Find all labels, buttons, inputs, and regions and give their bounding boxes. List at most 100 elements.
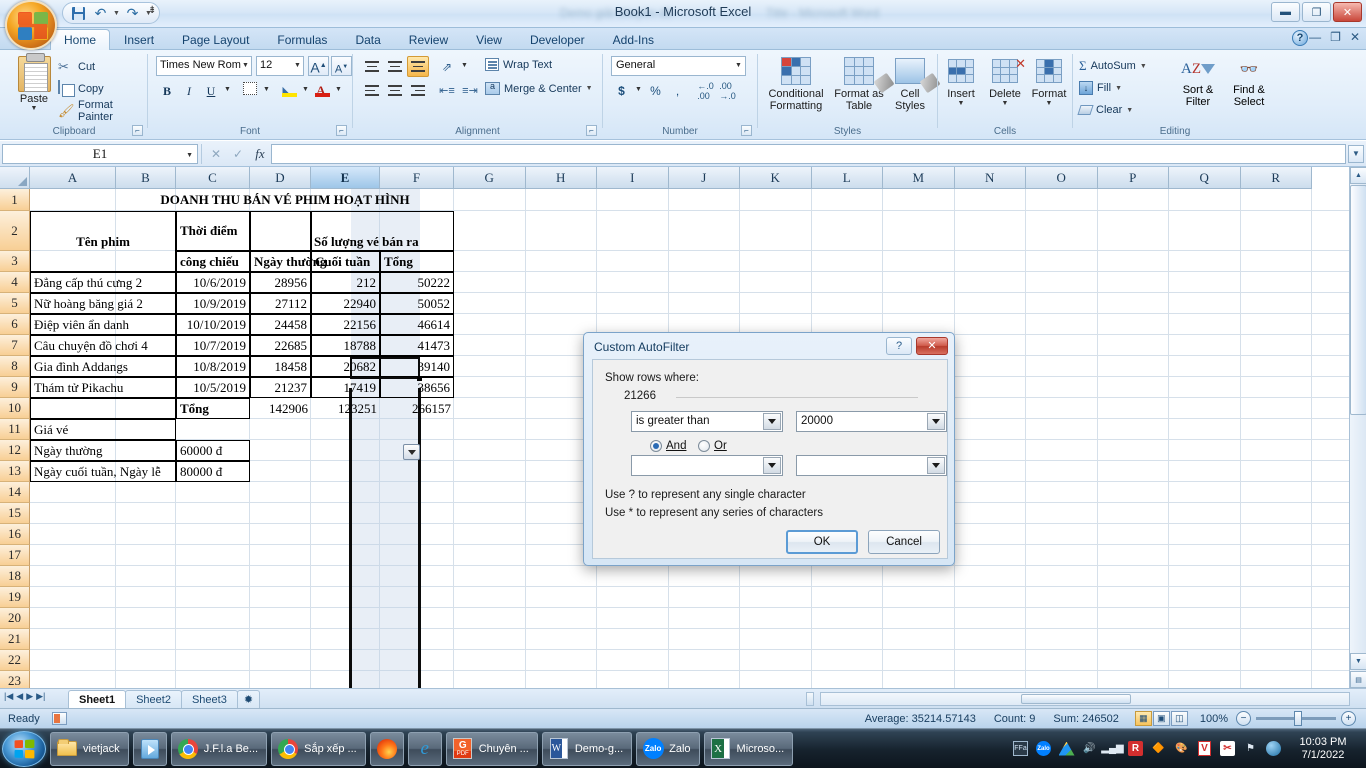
cell-title[interactable]: DOANH THU BÁN VÉ PHIM HOẠT HÌNH xyxy=(116,189,454,211)
row-header-18[interactable]: 18 xyxy=(0,566,30,587)
next-sheet-icon[interactable]: ▶ xyxy=(26,691,33,702)
header-thoi-diem[interactable]: Thời điểm xyxy=(176,211,250,251)
paste-button[interactable]: Paste ▼ xyxy=(8,53,60,120)
last-sheet-icon[interactable]: ▶| xyxy=(36,691,45,702)
start-button[interactable] xyxy=(2,730,46,767)
tab-review[interactable]: Review xyxy=(395,29,462,50)
expand-formula-bar-icon[interactable]: ▼ xyxy=(1348,145,1364,163)
cell-weekend-tickets[interactable]: 18788 xyxy=(311,335,380,356)
horizontal-scrollbar[interactable] xyxy=(820,692,1350,706)
column-header-n[interactable]: N xyxy=(954,167,1026,189)
ribbon-minimize-icon[interactable]: — xyxy=(1309,30,1321,44)
header-ten-phim[interactable]: Tên phim xyxy=(30,211,176,272)
minimize-button[interactable]: ▬ xyxy=(1271,2,1300,22)
column-header-c[interactable]: C xyxy=(176,167,250,189)
page-layout-view-icon[interactable]: ▣ xyxy=(1152,711,1170,726)
cell-total-tickets[interactable]: 50222 xyxy=(380,272,454,293)
increase-indent-button[interactable]: ≡⇥ xyxy=(459,80,481,101)
column-header-p[interactable]: P xyxy=(1097,167,1169,189)
row-header-1[interactable]: 1 xyxy=(0,189,30,211)
taskbar-item-media-player[interactable] xyxy=(132,731,167,766)
taskbar-item-firefox[interactable] xyxy=(369,731,404,766)
name-box[interactable]: E1 ▼ xyxy=(2,143,198,164)
copy-button[interactable]: Copy xyxy=(58,78,104,99)
cell-release-date[interactable]: 10/8/2019 xyxy=(176,356,250,377)
tab-formulas[interactable]: Formulas xyxy=(263,29,341,50)
tray-ffa-icon[interactable]: FFa xyxy=(1012,740,1029,757)
cell-weekday-tickets[interactable]: 27112 xyxy=(250,293,311,314)
cell-release-date[interactable]: 10/5/2019 xyxy=(176,377,250,398)
align-left-button[interactable] xyxy=(361,80,383,101)
merge-center-button[interactable]: Merge & Center ▼ xyxy=(485,81,593,95)
cell-total-weekend[interactable]: 123251 xyxy=(311,398,380,419)
tab-view[interactable]: View xyxy=(462,29,516,50)
taskbar-item-chrome-1[interactable]: J.F.l.a Be... xyxy=(170,731,268,766)
column-header-i[interactable]: I xyxy=(597,167,669,189)
and-radio[interactable]: And xyxy=(650,440,686,452)
cell-styles-button[interactable]: Cell Styles xyxy=(886,54,941,112)
zoom-thumb[interactable] xyxy=(1294,711,1302,726)
fill-color-button[interactable]: ◣ xyxy=(278,80,300,101)
ribbon-close-icon[interactable]: ✕ xyxy=(1350,30,1360,44)
fill-dropdown-icon[interactable]: ▼ xyxy=(1115,85,1122,92)
cell-movie-name[interactable]: Thám tử Pikachu xyxy=(30,377,176,398)
cancel-button[interactable]: Cancel xyxy=(868,530,940,554)
column-header-h[interactable]: H xyxy=(525,167,597,189)
format-painter-button[interactable]: 🖌 Format Painter xyxy=(58,99,146,123)
vertical-scrollbar[interactable]: ▲ ▼ ▤ xyxy=(1349,167,1366,688)
format-dropdown-icon[interactable]: ▼ xyxy=(1028,100,1070,107)
taskbar-item-vietjack[interactable]: vietjack xyxy=(50,731,129,766)
column-header-d[interactable]: D xyxy=(250,167,311,189)
autosum-button[interactable]: Σ AutoSum ▼ xyxy=(1079,56,1147,76)
autosum-dropdown-icon[interactable]: ▼ xyxy=(1140,63,1147,70)
taskbar-item-chrome-2[interactable]: Sắp xếp ... xyxy=(271,731,366,766)
row-header-2[interactable]: 2 xyxy=(0,211,30,251)
insert-function-icon[interactable]: fx xyxy=(249,144,271,164)
tray-google-drive-icon[interactable] xyxy=(1058,740,1075,757)
horizontal-split-handle[interactable] xyxy=(806,692,814,706)
delete-cells-button[interactable]: ✕ Delete ▼ xyxy=(984,54,1026,107)
cell-movie-name[interactable]: Gia đình Addangs xyxy=(30,356,176,377)
shrink-font-button[interactable]: A▼ xyxy=(331,56,352,76)
cell-total-tickets[interactable]: 41473 xyxy=(380,335,454,356)
restore-button[interactable]: ❐ xyxy=(1302,2,1331,22)
cell-price-label[interactable]: Ngày thường xyxy=(30,440,176,461)
row-header-17[interactable]: 17 xyxy=(0,545,30,566)
sort-filter-button[interactable]: AZ Sort & Filter xyxy=(1173,54,1223,108)
font-name-input[interactable]: Times New Rom xyxy=(156,56,252,76)
clipboard-dialog-launcher[interactable]: ⌐ xyxy=(132,125,143,136)
cell-release-date[interactable]: 10/10/2019 xyxy=(176,314,250,335)
header-so-luong[interactable]: Số lượng vé bán ra xyxy=(311,211,454,251)
align-top-button[interactable] xyxy=(361,56,383,77)
select-all-button[interactable] xyxy=(0,167,30,189)
cell-weekday-tickets[interactable]: 22685 xyxy=(250,335,311,356)
tray-volume-icon[interactable]: 🔊 xyxy=(1081,740,1098,757)
cell-weekend-tickets[interactable]: 212 xyxy=(311,272,380,293)
percent-button[interactable]: % xyxy=(645,80,666,101)
first-sheet-icon[interactable]: |◀ xyxy=(4,691,13,702)
borders-button[interactable] xyxy=(239,80,261,101)
sheet-tab-sheet1[interactable]: Sheet1 xyxy=(68,690,127,709)
formula-input[interactable] xyxy=(271,143,1346,164)
cell-total-blank[interactable] xyxy=(30,398,176,419)
alignment-dialog-launcher[interactable]: ⌐ xyxy=(586,125,597,136)
cell-release-date[interactable]: 10/7/2019 xyxy=(176,335,250,356)
wrap-text-button[interactable]: Wrap Text xyxy=(485,58,552,71)
sheet-tab-sheet2[interactable]: Sheet2 xyxy=(125,690,182,709)
cell-movie-name[interactable]: Điệp viên ẩn danh xyxy=(30,314,176,335)
cell-weekday-tickets[interactable]: 28956 xyxy=(250,272,311,293)
row-header-15[interactable]: 15 xyxy=(0,503,30,524)
delete-dropdown-icon[interactable]: ▼ xyxy=(984,100,1026,107)
orientation-button[interactable]: ⇗ xyxy=(436,56,458,77)
row-header-22[interactable]: 22 xyxy=(0,650,30,671)
header-tong[interactable]: Tổng xyxy=(380,251,454,272)
row-header-7[interactable]: 7 xyxy=(0,335,30,356)
row-header-14[interactable]: 14 xyxy=(0,482,30,503)
grow-font-button[interactable]: A▲ xyxy=(308,56,329,76)
italic-button[interactable]: I xyxy=(178,80,200,101)
column-header-b[interactable]: B xyxy=(116,167,176,189)
cell-weekday-tickets[interactable]: 18458 xyxy=(250,356,311,377)
paste-dropdown-icon[interactable]: ▼ xyxy=(8,105,60,112)
cell-total-tickets[interactable]: 50052 xyxy=(380,293,454,314)
conditional-formatting-button[interactable]: Conditional Formatting xyxy=(762,54,830,112)
